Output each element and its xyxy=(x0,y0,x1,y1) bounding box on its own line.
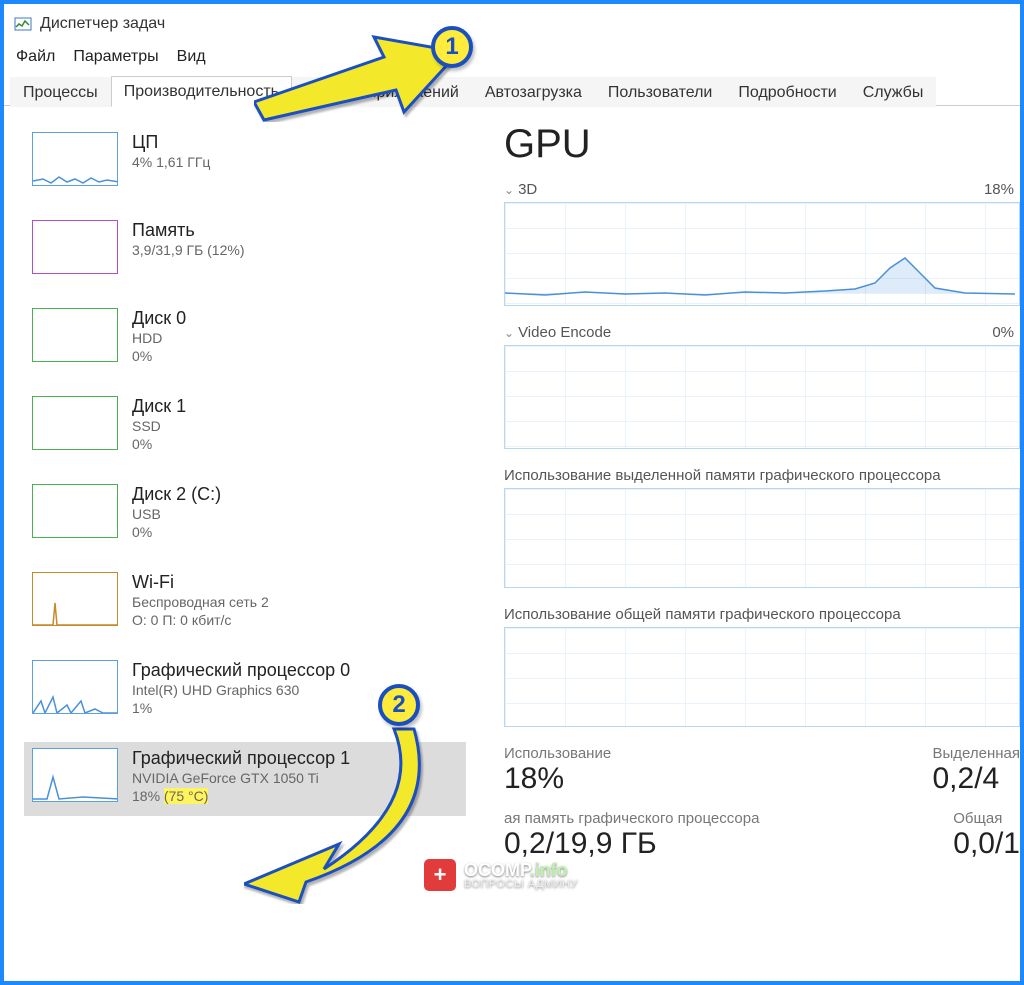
chart-video-encode-block: ⌄Video Encode 0% xyxy=(504,324,1020,449)
disk0-type: HDD xyxy=(132,329,186,347)
task-manager-icon xyxy=(14,15,32,33)
wifi-label: Wi-Fi xyxy=(132,572,269,593)
disk2-thumb xyxy=(32,484,118,538)
chart-shared-mem-block: Использование общей памяти графического … xyxy=(504,606,1020,727)
tab-users[interactable]: Пользователи xyxy=(595,77,725,107)
stat-usage-label: Использование xyxy=(504,745,611,762)
stat-usage-value: 18% xyxy=(504,762,611,796)
sidebar-item-disk2[interactable]: Диск 2 (C:) USB 0% xyxy=(24,478,466,552)
content-area: ЦП 4% 1,61 ГГц Память 3,9/31,9 ГБ (12%) … xyxy=(4,106,1020,976)
stat-total-value: 0,0/1 xyxy=(953,827,1020,861)
cpu-thumb xyxy=(32,132,118,186)
chart-3d-label[interactable]: ⌄3D xyxy=(504,181,537,198)
chart-dedicated-mem[interactable] xyxy=(504,488,1020,588)
chart-3d-percent: 18% xyxy=(984,181,1014,198)
disk1-type: SSD xyxy=(132,417,186,435)
memory-thumb xyxy=(32,220,118,274)
cpu-usage: 4% 1,61 ГГц xyxy=(132,153,210,171)
memory-label: Память xyxy=(132,220,245,241)
sidebar-item-memory[interactable]: Память 3,9/31,9 ГБ (12%) xyxy=(24,214,466,288)
chart-dedicated-mem-label: Использование выделенной памяти графичес… xyxy=(504,467,1020,484)
stat-dedicated-label: Выделенная xyxy=(932,745,1020,762)
callout-1-marker: 1 xyxy=(431,26,473,68)
stat-shared-label: ая память графического процессора xyxy=(504,810,759,827)
chart-shared-mem[interactable] xyxy=(504,627,1020,727)
memory-usage: 3,9/31,9 ГБ (12%) xyxy=(132,241,245,259)
menubar: Файл Параметры Вид xyxy=(4,44,1020,72)
main-title: GPU xyxy=(504,122,1020,167)
cpu-label: ЦП xyxy=(132,132,210,153)
disk0-label: Диск 0 xyxy=(132,308,186,329)
wifi-rate: О: 0 П: 0 кбит/с xyxy=(132,611,269,629)
wifi-net: Беспроводная сеть 2 xyxy=(132,593,269,611)
disk2-usage: 0% xyxy=(132,523,221,541)
watermark-brand: OCOMP.info xyxy=(464,861,578,879)
chart-shared-mem-label: Использование общей памяти графического … xyxy=(504,606,1020,623)
sidebar-item-wifi[interactable]: Wi-Fi Беспроводная сеть 2 О: 0 П: 0 кбит… xyxy=(24,566,466,640)
callout-2: 2 xyxy=(244,684,444,904)
chart-3d-block: ⌄3D 18% xyxy=(504,181,1020,306)
disk0-usage: 0% xyxy=(132,347,186,365)
chart-video-encode[interactable] xyxy=(504,345,1020,449)
disk1-thumb xyxy=(32,396,118,450)
callout-1: 1 xyxy=(254,22,474,122)
window-title: Диспетчер задач xyxy=(40,15,165,33)
disk1-label: Диск 1 xyxy=(132,396,186,417)
chart-video-encode-percent: 0% xyxy=(992,324,1014,341)
plus-icon: + xyxy=(424,859,456,891)
gpu1-usage-pct: 18% xyxy=(132,788,164,804)
stats-row-2: ая память графического процессора 0,2/19… xyxy=(504,810,1020,861)
gpu0-thumb xyxy=(32,660,118,714)
chart-dedicated-mem-block: Использование выделенной памяти графичес… xyxy=(504,467,1020,588)
disk2-type: USB xyxy=(132,505,221,523)
tabbar: Процессы Производительность Журнал прило… xyxy=(4,72,1020,106)
menu-view[interactable]: Вид xyxy=(177,48,206,66)
stats-row-1: Использование 18% Выделенная 0,2/4 xyxy=(504,745,1020,796)
chevron-down-icon: ⌄ xyxy=(504,183,514,197)
chart-video-encode-label[interactable]: ⌄Video Encode xyxy=(504,324,611,341)
watermark-tagline: ВОПРОСЫ АДМИНУ xyxy=(464,879,578,890)
task-manager-window: Диспетчер задач Файл Параметры Вид Проце… xyxy=(0,0,1024,985)
menu-file[interactable]: Файл xyxy=(16,48,55,66)
watermark: + OCOMP.info ВОПРОСЫ АДМИНУ xyxy=(424,859,578,891)
disk2-label: Диск 2 (C:) xyxy=(132,484,221,505)
performance-main: GPU ⌄3D 18% ⌄Video Encode 0% xyxy=(474,106,1020,976)
tab-startup[interactable]: Автозагрузка xyxy=(472,77,595,107)
sidebar-item-disk1[interactable]: Диск 1 SSD 0% xyxy=(24,390,466,464)
chevron-down-icon: ⌄ xyxy=(504,326,514,340)
sidebar-item-disk0[interactable]: Диск 0 HDD 0% xyxy=(24,302,466,376)
tab-details[interactable]: Подробности xyxy=(725,77,849,107)
chart-3d[interactable] xyxy=(504,202,1020,306)
gpu1-temp: (75 °C) xyxy=(164,788,209,804)
disk0-thumb xyxy=(32,308,118,362)
stat-dedicated-value: 0,2/4 xyxy=(932,762,1020,796)
callout-2-marker: 2 xyxy=(378,684,420,726)
sidebar-item-cpu[interactable]: ЦП 4% 1,61 ГГц xyxy=(24,126,466,200)
disk1-usage: 0% xyxy=(132,435,186,453)
gpu1-thumb xyxy=(32,748,118,802)
stat-shared-value: 0,2/19,9 ГБ xyxy=(504,827,759,861)
stat-total-label: Общая xyxy=(953,810,1020,827)
gpu0-label: Графический процессор 0 xyxy=(132,660,350,681)
wifi-thumb xyxy=(32,572,118,626)
tab-services[interactable]: Службы xyxy=(850,77,937,107)
titlebar: Диспетчер задач xyxy=(4,4,1020,44)
tab-processes[interactable]: Процессы xyxy=(10,77,111,107)
menu-options[interactable]: Параметры xyxy=(73,48,158,66)
